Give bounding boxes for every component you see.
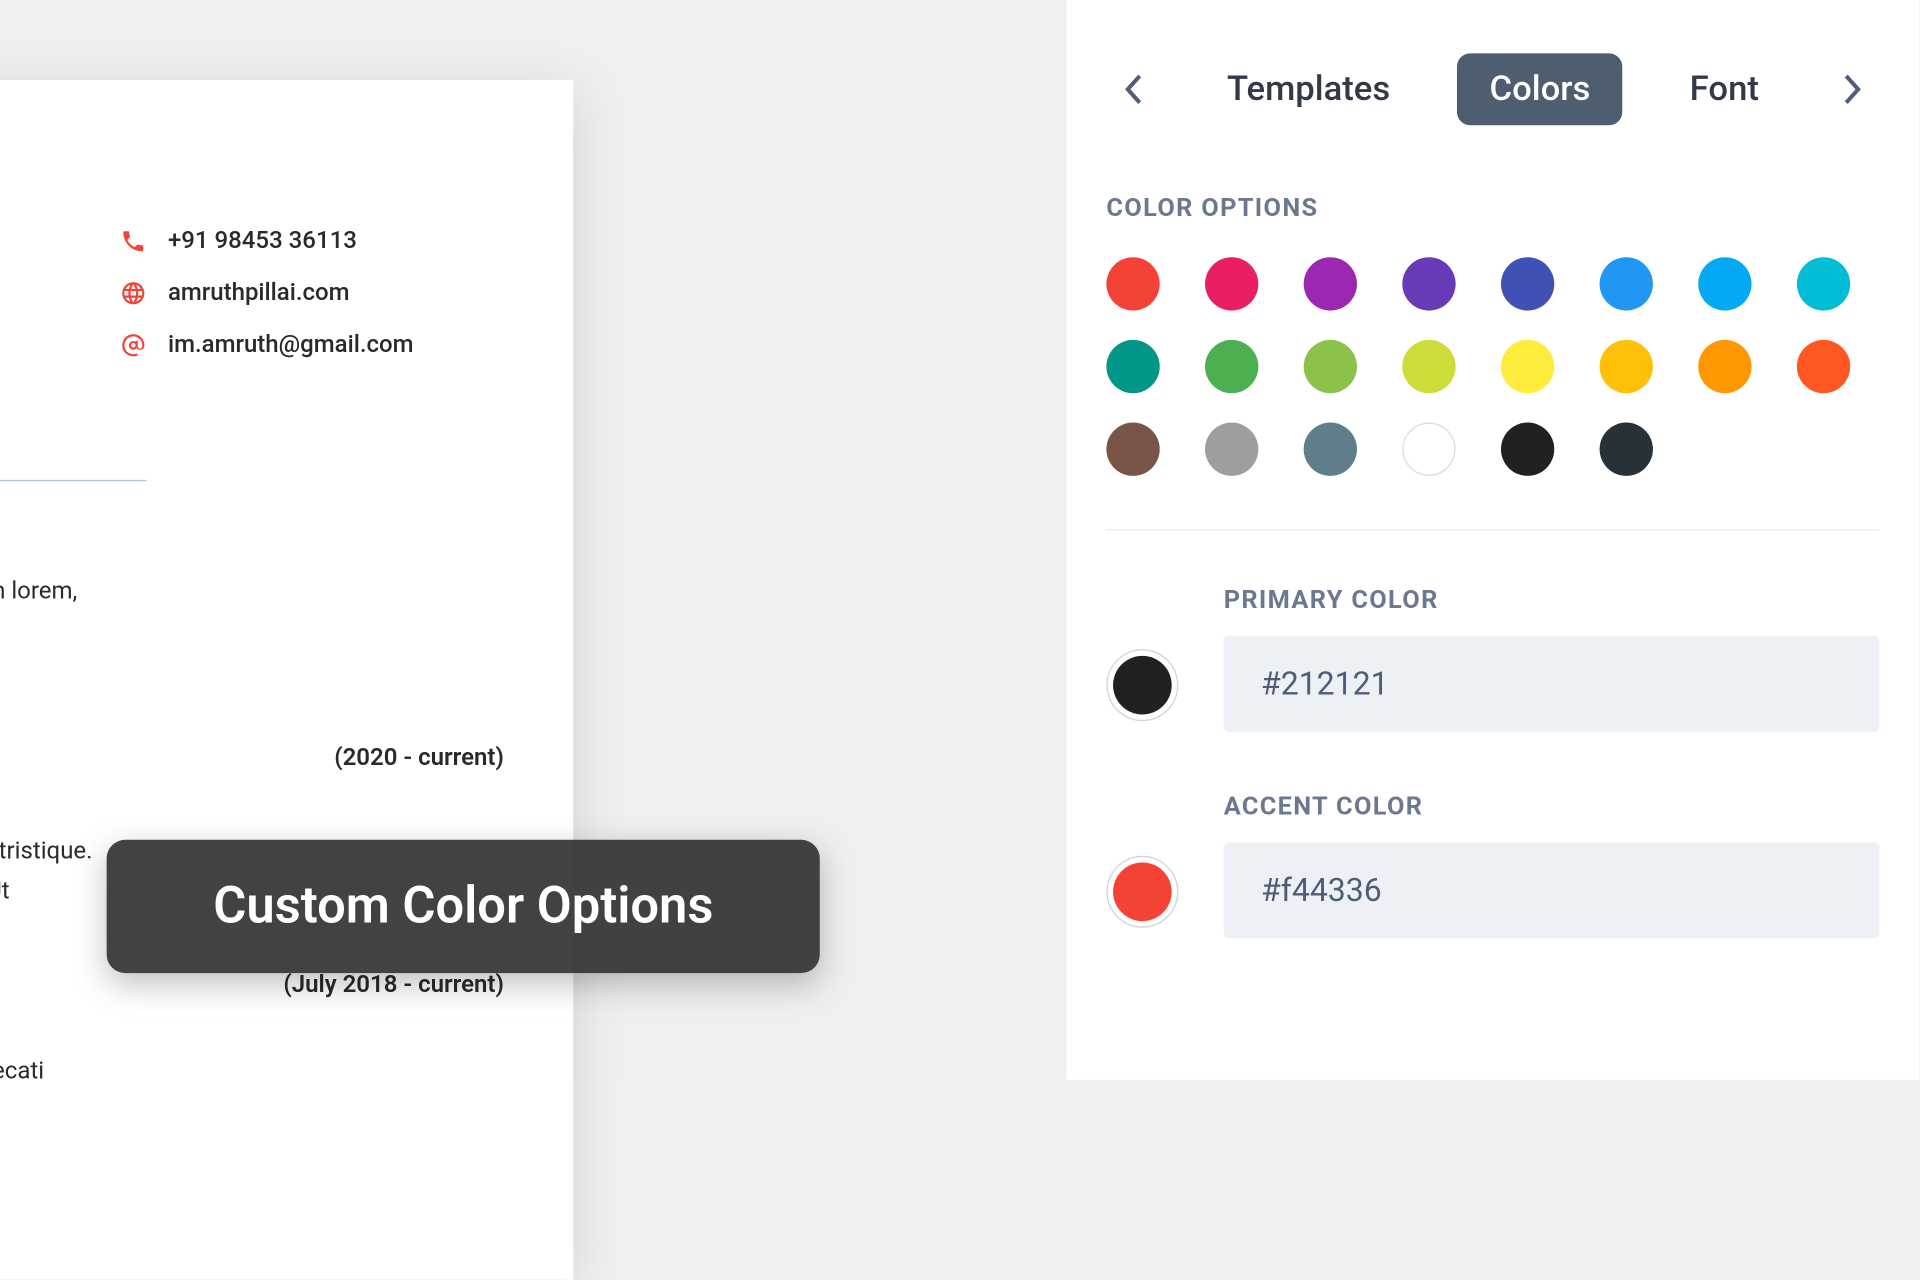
primary-color-row: PRIMARY COLOR xyxy=(1106,584,1879,732)
resume-body-text: acinia. Etiam pulvinar consequat tristiq… xyxy=(0,833,92,869)
resume-body-text: verra risus malesuada volutpat. Ut xyxy=(0,873,10,909)
color-swatch[interactable] xyxy=(1501,340,1554,393)
contact-website: amruthpillai.com xyxy=(120,279,414,307)
tabs-row: Templates Colors Font xyxy=(1106,53,1879,125)
primary-color-input[interactable] xyxy=(1224,636,1880,732)
color-swatch[interactable] xyxy=(1600,340,1653,393)
globe-icon xyxy=(120,279,147,306)
color-swatch[interactable] xyxy=(1304,340,1357,393)
color-swatch[interactable] xyxy=(1698,257,1751,310)
color-swatch[interactable] xyxy=(1106,423,1159,476)
color-swatch[interactable] xyxy=(1402,423,1455,476)
color-swatch[interactable] xyxy=(1304,257,1357,310)
panel-divider xyxy=(1106,529,1879,530)
color-swatch[interactable] xyxy=(1402,257,1455,310)
color-swatch[interactable] xyxy=(1698,340,1751,393)
accent-color-input[interactable] xyxy=(1224,842,1880,938)
color-swatch[interactable] xyxy=(1600,257,1653,310)
resume-body-text: perspiciatis quisquam quis obcaecati xyxy=(0,1053,44,1089)
contact-website-text: amruthpillai.com xyxy=(168,279,350,307)
contact-email: im.amruth@gmail.com xyxy=(120,331,414,359)
accent-color-label: ACCENT COLOR xyxy=(1224,790,1880,821)
resume-period-text: (2020 - current) xyxy=(334,740,504,776)
color-swatch[interactable] xyxy=(1797,257,1850,310)
color-swatch[interactable] xyxy=(1205,257,1258,310)
contact-phone: +91 98453 36113 xyxy=(120,227,414,255)
accent-color-swatch[interactable] xyxy=(1106,856,1178,928)
contact-email-text: im.amruth@gmail.com xyxy=(168,331,414,359)
tooltip-caption: Custom Color Options xyxy=(107,840,820,973)
phone-icon xyxy=(120,227,147,254)
color-swatch[interactable] xyxy=(1106,340,1159,393)
color-swatch[interactable] xyxy=(1600,423,1653,476)
primary-color-label: PRIMARY COLOR xyxy=(1224,584,1880,615)
at-icon xyxy=(120,331,147,358)
color-swatch[interactable] xyxy=(1501,423,1554,476)
color-swatch[interactable] xyxy=(1402,340,1455,393)
color-swatch[interactable] xyxy=(1205,423,1258,476)
accent-color-row: ACCENT COLOR xyxy=(1106,790,1879,938)
color-swatch[interactable] xyxy=(1797,340,1850,393)
tab-prev-arrow[interactable] xyxy=(1106,63,1159,116)
tab-colors[interactable]: Colors xyxy=(1458,53,1623,125)
color-swatch[interactable] xyxy=(1304,423,1357,476)
tab-font[interactable]: Font xyxy=(1658,53,1791,125)
swatch-grid xyxy=(1106,257,1879,476)
resume-body-text: iatis magni obcaecati libero ullam lorem… xyxy=(0,573,77,609)
tab-templates[interactable]: Templates xyxy=(1195,53,1422,125)
resume-preview: +91 98453 36113 amruthpillai.com im.amru… xyxy=(0,80,573,1280)
color-options-heading: COLOR OPTIONS xyxy=(1106,192,1879,223)
color-swatch[interactable] xyxy=(1205,340,1258,393)
tab-next-arrow[interactable] xyxy=(1826,63,1879,116)
contact-list: +91 98453 36113 amruthpillai.com im.amru… xyxy=(120,227,414,383)
settings-panel: Templates Colors Font COLOR OPTIONS PRIM… xyxy=(1066,0,1919,1080)
resume-divider xyxy=(0,480,147,481)
color-swatch[interactable] xyxy=(1106,257,1159,310)
primary-color-swatch[interactable] xyxy=(1106,649,1178,721)
contact-phone-text: +91 98453 36113 xyxy=(168,227,357,255)
color-swatch[interactable] xyxy=(1501,257,1554,310)
